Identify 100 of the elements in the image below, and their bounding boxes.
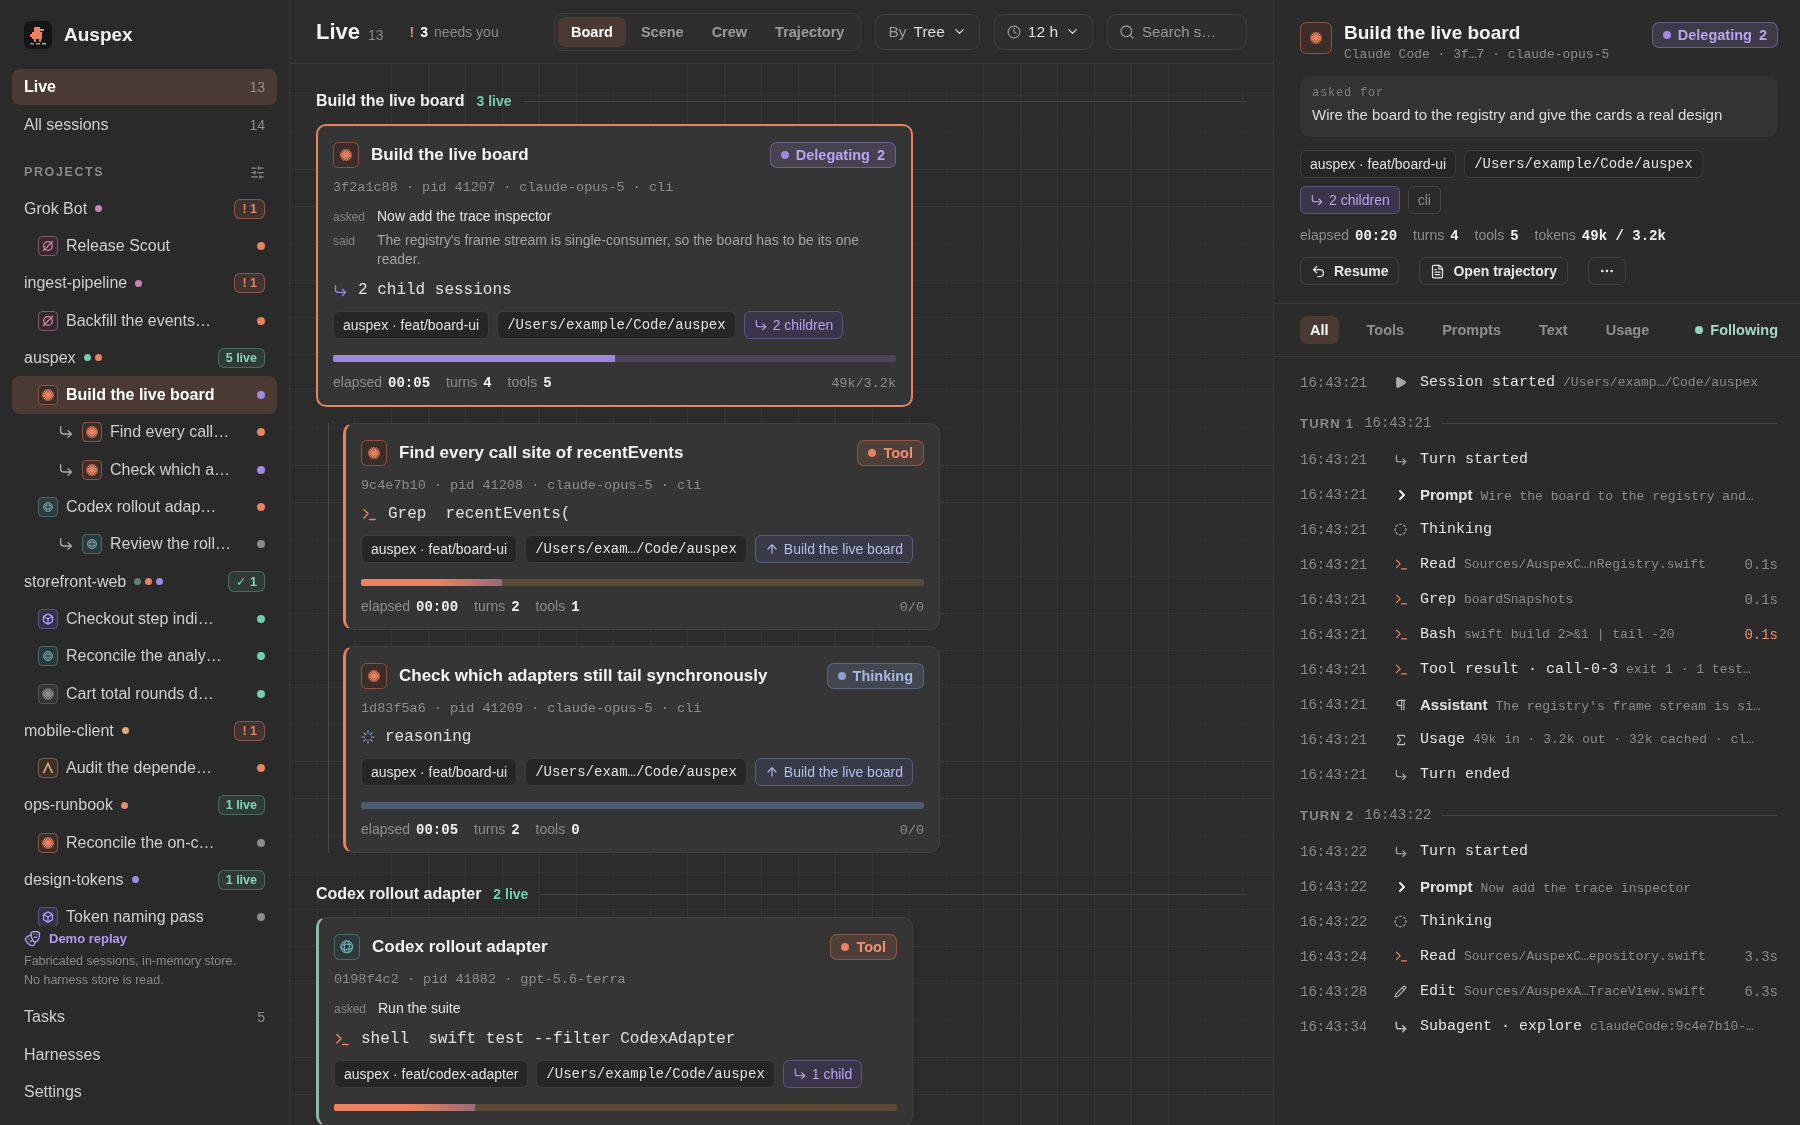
- session-item[interactable]: Release Scout: [12, 227, 277, 265]
- child-arrow-icon: [333, 282, 348, 298]
- nav-item[interactable]: All sessions 14: [12, 107, 277, 143]
- event-time: 16:43:21: [1300, 556, 1369, 573]
- session-card[interactable]: Codex rollout adapter Tool 0198f4c2 · pid 41882 · gpt-5.6-terra asked Run the suite shell swift test --filter CodexAdapter auspex · feat/codex-adapter /Users/example/Code/auspex 1 child: [316, 917, 913, 1125]
- parent-link[interactable]: Build the live board: [754, 535, 913, 563]
- terminal-icon: [1394, 627, 1409, 642]
- asked-text: Run the suite: [378, 999, 462, 1018]
- turn-arrow-icon: [1394, 844, 1408, 859]
- path-chip: /Users/exam…/Code/auspex: [525, 758, 747, 786]
- terminal-icon: [1394, 592, 1409, 607]
- project-item[interactable]: mobile-client ! 1: [12, 712, 277, 750]
- project-item[interactable]: Grok Bot ! 1: [12, 190, 277, 228]
- path-chip: /Users/exam…/Code/auspex: [525, 535, 747, 563]
- event-detail: Wire the board to the registry and…: [1480, 488, 1754, 504]
- filter-tab[interactable]: Prompts: [1432, 316, 1511, 344]
- event-time: 16:43:21: [1300, 626, 1369, 643]
- session-item[interactable]: Cart total rounds d…: [12, 674, 277, 713]
- group-by-dropdown[interactable]: By Tree: [875, 13, 980, 50]
- session-card[interactable]: [316, 124, 913, 407]
- stat: turns 2: [474, 598, 520, 615]
- children-chip[interactable]: 2 children: [1300, 186, 1400, 214]
- parent-link[interactable]: Build the live board: [754, 758, 913, 786]
- event-label: Edit: [1420, 983, 1456, 1000]
- project-item[interactable]: auspex 5 live: [12, 339, 277, 377]
- follow-toggle[interactable]: Following: [1695, 322, 1778, 338]
- session-item[interactable]: Find every call…: [12, 413, 277, 452]
- pilcrow-icon: [1394, 697, 1408, 712]
- filter-icon[interactable]: [250, 164, 265, 180]
- starburst-icon: [333, 142, 359, 168]
- stat: tools 5: [507, 374, 552, 391]
- children-chip[interactable]: 1 child: [782, 1060, 863, 1088]
- event-time: 16:43:21: [1300, 661, 1369, 678]
- view-tab[interactable]: Board: [558, 16, 626, 47]
- session-item[interactable]: Codex rollout adap…: [12, 488, 277, 526]
- demo-title: Demo replay: [49, 930, 128, 946]
- stat: elapsed 00:20: [1300, 227, 1398, 244]
- filter-tab[interactable]: All: [1300, 316, 1339, 344]
- attention-count: 3: [420, 23, 429, 40]
- child-arrow-icon: [58, 536, 74, 553]
- project-item[interactable]: ingest-pipeline ! 1: [12, 264, 277, 302]
- view-tab[interactable]: Crew: [698, 16, 761, 47]
- event-detail: /Users/examp…/Code/auspex: [1563, 375, 1759, 390]
- session-item[interactable]: Token naming pass: [12, 898, 277, 926]
- search-field[interactable]: Search s…: [1107, 13, 1247, 50]
- count-badge: ! 1: [234, 273, 265, 294]
- starburst-icon: [38, 683, 58, 704]
- nav-item[interactable]: Live 13: [12, 69, 277, 105]
- sigma-icon: [1394, 732, 1408, 747]
- project-item[interactable]: ops-runbook 1 live: [12, 786, 277, 825]
- children-chip[interactable]: 2 children: [743, 311, 844, 339]
- session-item[interactable]: Backfill the events…: [12, 301, 277, 340]
- resume-button[interactable]: Resume: [1300, 257, 1400, 285]
- event-time: 16:43:21: [1300, 374, 1369, 391]
- event-label: Turn started: [1420, 451, 1529, 468]
- event-duration: 6.3s: [1744, 983, 1778, 1000]
- tag-chip: cli: [1407, 186, 1441, 214]
- page-title: Live: [316, 18, 361, 45]
- clock-icon: [1006, 24, 1021, 39]
- undo-icon: [1311, 263, 1326, 279]
- filter-tab[interactable]: Usage: [1595, 316, 1660, 344]
- time-range-dropdown[interactable]: 12 h: [993, 13, 1093, 50]
- trajectory-button[interactable]: Open trajectory: [1419, 257, 1568, 285]
- thinking-icon: [1394, 523, 1407, 536]
- card-title: Find every call site of recentEvents: [399, 443, 685, 463]
- event-label: Read: [1420, 948, 1456, 965]
- project-item[interactable]: storefront-web ✓ 1: [12, 562, 277, 601]
- view-tab[interactable]: Trajectory: [762, 16, 858, 47]
- session-card[interactable]: [343, 423, 940, 630]
- nav-item[interactable]: Tasks 5: [12, 998, 277, 1036]
- session-card[interactable]: [343, 646, 940, 853]
- event-label: Session started: [1420, 374, 1556, 391]
- event-label: Assistant: [1420, 695, 1488, 713]
- session-item[interactable]: Review the roll…: [12, 525, 277, 563]
- session-item[interactable]: Reconcile the on-c…: [12, 824, 277, 862]
- filter-tab[interactable]: Tools: [1356, 316, 1415, 344]
- stat: turns 4: [446, 374, 492, 391]
- knot-icon: [82, 534, 102, 555]
- nav-item[interactable]: Settings: [12, 1073, 277, 1111]
- event-label: Subagent · explore: [1420, 1018, 1583, 1035]
- filter-tab[interactable]: Text: [1528, 316, 1578, 344]
- nav-item[interactable]: Harnesses: [12, 1036, 277, 1074]
- token-count: 49k/3.2k: [831, 376, 896, 391]
- session-meta: 9c4e7b10 · pid 41208 · claude-opus-5 · cli: [361, 478, 703, 493]
- session-item[interactable]: Audit the depende…: [12, 749, 277, 787]
- session-item[interactable]: Reconcile the analy…: [12, 637, 277, 675]
- starburst-icon: [38, 385, 58, 406]
- starburst-icon: [361, 663, 387, 689]
- session-item[interactable]: Check which a…: [12, 451, 277, 489]
- event-time: 16:43:22: [1300, 913, 1369, 930]
- session-item[interactable]: Checkout step indi…: [12, 600, 277, 638]
- branch-chip: auspex · feat/board-ui: [361, 758, 518, 786]
- event-detail: The registry's frame stream is si…: [1495, 698, 1761, 714]
- turn-label: TURN 1: [1300, 415, 1355, 431]
- project-item[interactable]: design-tokens 1 live: [12, 861, 277, 899]
- view-tab[interactable]: Scene: [627, 16, 697, 47]
- session-item[interactable]: Build the live board: [12, 376, 277, 414]
- stat: tokens 49k / 3.2k: [1534, 227, 1666, 244]
- activity-text: reasoning: [385, 728, 472, 746]
- child-arrow-icon: [753, 318, 768, 332]
